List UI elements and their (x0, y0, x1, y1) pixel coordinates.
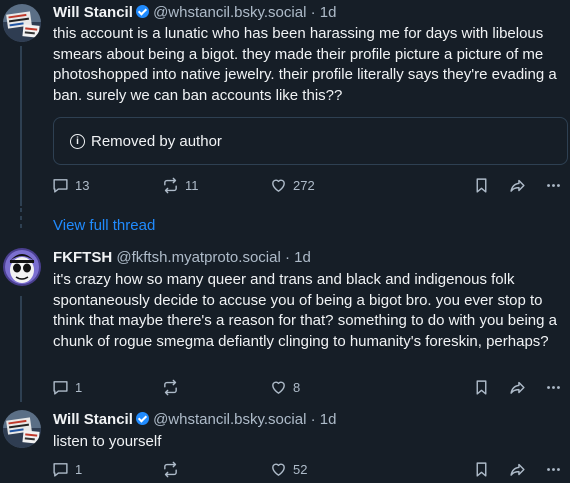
share-button[interactable] (509, 461, 532, 478)
timestamp[interactable]: 1d (320, 4, 337, 21)
like-count: 272 (293, 178, 315, 193)
share-icon (510, 463, 525, 476)
post-text: it's crazy how so many queer and trans a… (53, 271, 558, 350)
repost-count: 11 (185, 178, 199, 193)
handle[interactable]: @whstancil.bsky.social (153, 411, 306, 428)
repost-button[interactable] (162, 461, 185, 478)
reply-count: 13 (75, 178, 90, 193)
bookmark-icon (476, 178, 487, 193)
timestamp[interactable]: 1d (320, 411, 337, 428)
share-icon (510, 381, 525, 394)
embed-text: Removed by author (91, 132, 222, 150)
reply-count: 1 (75, 380, 83, 395)
like-count: 52 (293, 462, 308, 477)
timestamp[interactable]: 1d (294, 249, 311, 266)
separator: · (310, 4, 316, 21)
avatar[interactable] (3, 4, 41, 42)
bookmark-button[interactable] (473, 177, 496, 194)
info-icon: i (70, 133, 85, 149)
more-button[interactable] (545, 379, 568, 396)
reply-icon (53, 381, 68, 395)
like-count: 8 (293, 380, 301, 395)
separator: · (284, 249, 290, 266)
verified-badge-icon[interactable] (135, 5, 149, 18)
reply-button[interactable]: 1 (52, 379, 82, 396)
repost-icon (164, 177, 177, 194)
post-header: FKFTSH @fkftsh.myatproto.social · 1d (53, 248, 311, 268)
thread-line (20, 46, 22, 206)
thread-line (20, 296, 22, 402)
verified-badge-icon[interactable] (135, 412, 149, 425)
separator: · (310, 411, 316, 428)
reply-button[interactable]: 13 (52, 177, 89, 194)
share-icon (510, 179, 525, 192)
reply-button[interactable]: 1 (52, 461, 82, 478)
like-button[interactable]: 8 (270, 379, 300, 396)
handle[interactable]: @whstancil.bsky.social (153, 4, 306, 21)
repost-button[interactable]: 11 (162, 177, 199, 194)
avatar[interactable] (3, 410, 41, 448)
bookmark-button[interactable] (473, 379, 496, 396)
display-name[interactable]: Will Stancil (53, 4, 133, 21)
repost-icon (164, 379, 177, 396)
bookmark-button[interactable] (473, 461, 496, 478)
handle[interactable]: @fkftsh.myatproto.social (116, 249, 280, 266)
like-icon (272, 381, 285, 394)
share-button[interactable] (509, 177, 532, 194)
more-icon (547, 184, 560, 187)
repost-button[interactable] (162, 379, 185, 396)
more-button[interactable] (545, 461, 568, 478)
removed-embed: i Removed by author (53, 117, 568, 165)
like-icon (272, 179, 285, 192)
reply-icon (53, 179, 68, 193)
share-button[interactable] (509, 379, 532, 396)
post-text: this account is a lunatic who has been h… (53, 25, 557, 104)
view-full-thread-link[interactable]: View full thread (53, 217, 155, 234)
like-button[interactable]: 52 (270, 461, 307, 478)
like-button[interactable]: 272 (270, 177, 315, 194)
post-header: Will Stancil @whstancil.bsky.social · 1d (53, 410, 336, 430)
avatar[interactable] (3, 248, 41, 286)
more-icon (547, 386, 560, 389)
more-button[interactable] (545, 177, 568, 194)
display-name[interactable]: FKFTSH (53, 249, 112, 266)
thread-gap-dots (18, 208, 24, 228)
repost-icon (164, 461, 177, 478)
reply-icon (53, 463, 68, 477)
bookmark-icon (476, 462, 487, 477)
more-icon (547, 468, 560, 471)
bookmark-icon (476, 380, 487, 395)
display-name[interactable]: Will Stancil (53, 411, 133, 428)
reply-count: 1 (75, 462, 83, 477)
like-icon (272, 463, 285, 476)
post-header: Will Stancil @whstancil.bsky.social · 1d (53, 3, 336, 23)
post-text: listen to yourself (53, 433, 162, 450)
